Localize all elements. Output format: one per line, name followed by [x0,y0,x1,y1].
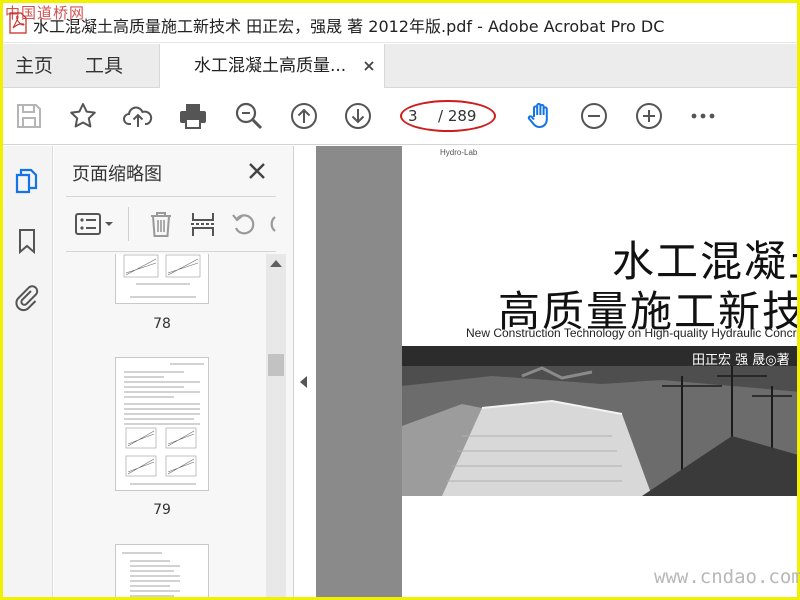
page-thumbnail[interactable] [115,357,209,491]
print-button[interactable] [177,100,209,132]
tab-document-label: 水工混凝土高质量... [194,56,347,76]
cover-authors: 田正宏 强 晟◎著 [692,353,790,368]
zoom-search-button[interactable] [233,100,265,132]
cover-dam-photo: 田正宏 强 晟◎著 [402,346,797,496]
page-thumbnails-panel: 页面缩略图 78 79 [54,146,294,597]
toolbar: / 289 [3,89,797,145]
plus-circle-icon [636,103,662,129]
scroll-up-arrow-icon[interactable] [270,260,282,267]
cover-english-subtitle: New Construction Technology on High-qual… [466,326,797,340]
rotate-counterclockwise-icon[interactable] [229,209,259,239]
page-thumbnail[interactable] [115,544,209,597]
thumbnail-preview [123,254,201,298]
zoom-in-button[interactable] [633,100,665,132]
hand-icon [527,102,548,128]
zoom-out-magnifier-icon [235,102,263,130]
bookmark-icon[interactable] [12,226,42,256]
tab-home[interactable]: 主页 [15,44,53,88]
rotate-clockwise-icon[interactable] [265,209,277,239]
left-navigation-rail [3,146,53,597]
thumbnail-page-number: 78 [153,316,171,332]
close-icon[interactable] [246,160,268,182]
page-thumbnails-icon[interactable] [12,166,42,196]
panel-toolbar [66,196,276,252]
more-tools-button[interactable] [687,100,719,132]
page-thumbnail[interactable] [115,254,209,304]
previous-page-button[interactable] [288,100,320,132]
panel-title: 页面缩略图 [72,164,162,185]
trash-icon[interactable] [146,209,176,239]
extract-pages-icon[interactable] [188,209,218,239]
document-viewport[interactable]: Hydro-Lab 水工混凝土 高质量施工新技术 New Constructio… [316,146,797,597]
star-icon [70,103,96,128]
collapse-left-arrow-icon[interactable] [300,376,307,388]
window-title: 水工混凝土高质量施工新技术 田正宏，强晟 著 2012年版.pdf - Adob… [33,17,665,36]
close-icon[interactable] [360,57,378,75]
thumbnail-list[interactable]: 78 79 [54,254,294,597]
save-button[interactable] [13,100,45,132]
highlight-oval [400,100,496,132]
tab-bar: 主页 工具 水工混凝土高质量... [3,44,797,88]
save-icon [17,104,41,128]
attachment-paperclip-icon[interactable] [12,282,42,312]
thumbnail-options-icon[interactable] [74,209,116,239]
scrollbar-thumb[interactable] [268,354,284,376]
thumbnail-scrollbar[interactable] [266,254,286,597]
thumbnail-preview [122,552,180,597]
pdf-page: Hydro-Lab 水工混凝土 高质量施工新技术 New Constructio… [402,146,797,597]
cloud-upload-icon [123,106,153,127]
minus-circle-icon [581,103,607,129]
title-bar: 中国道桥网 水工混凝土高质量施工新技术 田正宏，强晟 著 2012年版.pdf … [3,3,797,43]
arrow-down-circle-icon [345,103,371,129]
tab-document[interactable]: 水工混凝土高质量... [159,44,385,88]
thumbnail-page-number: 79 [153,502,171,518]
arrow-up-circle-icon [291,103,317,129]
thumbnail-preview [124,363,204,485]
bookmark-star-button[interactable] [67,100,99,132]
hand-tool-button[interactable] [524,100,556,132]
zoom-out-button[interactable] [578,100,610,132]
printer-icon [180,104,206,129]
dam-construction-image [402,346,797,496]
publisher-logo-text: Hydro-Lab [440,148,478,157]
toolbar-divider [128,207,129,241]
tab-tools[interactable]: 工具 [85,44,123,88]
next-page-button[interactable] [342,100,374,132]
upload-cloud-button[interactable] [122,100,154,132]
more-horizontal-icon [691,113,715,119]
page-number-field: / 289 [400,100,496,132]
panel-collapse-strip[interactable] [295,146,315,597]
acrobat-window: 中国道桥网 水工混凝土高质量施工新技术 田正宏，强晟 著 2012年版.pdf … [3,3,797,597]
site-watermark-bottom: www.cndao.com [654,566,800,588]
